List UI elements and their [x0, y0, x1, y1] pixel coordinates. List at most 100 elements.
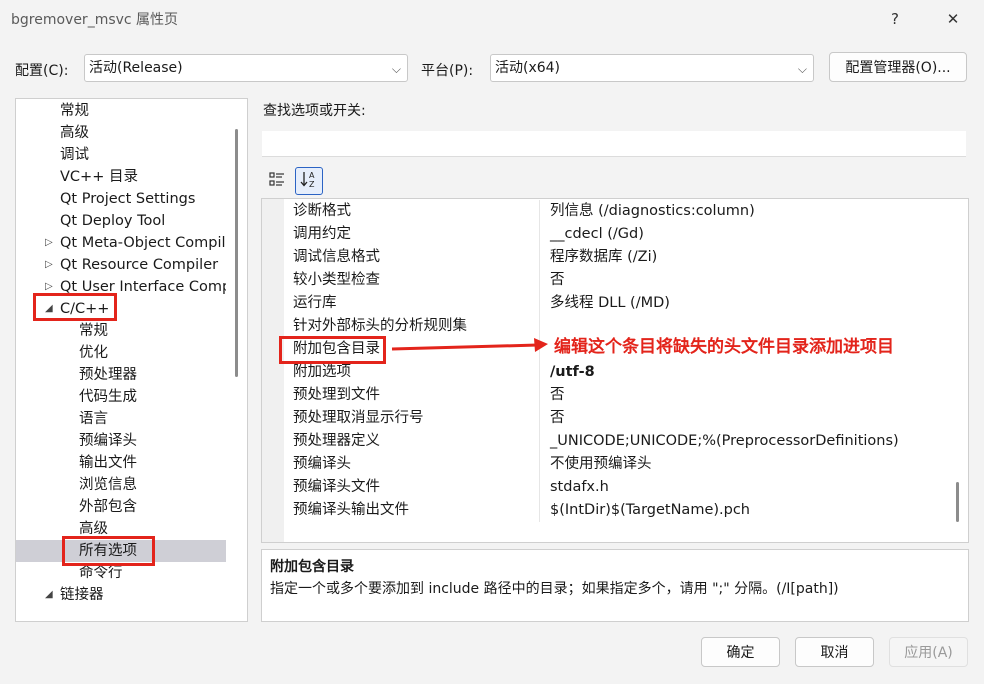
property-row[interactable]: 预处理取消显示行号 否	[284, 407, 948, 430]
collapsed-arrow-icon[interactable]: ▷	[45, 254, 53, 276]
property-name: 预编译头输出文件	[293, 502, 409, 518]
highlight-include-dirs	[279, 336, 386, 364]
property-name: 附加选项	[293, 364, 351, 380]
property-value[interactable]: 程序数据库 (/Zi)	[550, 246, 657, 269]
property-value[interactable]: stdafx.h	[550, 476, 609, 499]
property-name: 预编译头文件	[293, 479, 380, 495]
tree-item[interactable]: Qt Deploy Tool	[16, 210, 226, 232]
property-value[interactable]: 不使用预编译头	[550, 453, 652, 476]
tree-item[interactable]: 预处理器	[16, 364, 226, 386]
tree-item-label: Qt Deploy Tool	[60, 213, 166, 229]
tree-item[interactable]: Qt Project Settings	[16, 188, 226, 210]
tree-item[interactable]: 输出文件	[16, 452, 226, 474]
help-icon: ?	[891, 10, 899, 28]
tree-item[interactable]: ◢ 链接器	[16, 584, 226, 606]
cancel-button[interactable]: 取消	[795, 637, 874, 667]
tree-item-label: 输出文件	[79, 455, 137, 471]
tree-item-label: VC++ 目录	[60, 169, 138, 185]
property-row[interactable]: 预编译头输出文件 $(IntDir)$(TargetName).pch	[284, 499, 948, 522]
sort-az-icon: A Z	[299, 169, 319, 193]
property-value[interactable]: 否	[550, 384, 565, 407]
column-separator	[539, 499, 540, 522]
tree-item[interactable]: ▷ Qt Meta-Object Compiler	[16, 232, 226, 254]
column-separator	[539, 315, 540, 338]
platform-value: 活动(x64)	[495, 60, 561, 76]
search-input[interactable]	[262, 131, 966, 157]
column-separator	[539, 269, 540, 292]
property-row[interactable]: 附加选项/utf-8	[284, 361, 948, 384]
property-row[interactable]: 预编译头 不使用预编译头	[284, 453, 948, 476]
apply-button[interactable]: 应用(A)	[889, 637, 968, 667]
close-button[interactable]: ✕	[930, 0, 976, 38]
tree-item[interactable]: 常规	[16, 320, 226, 342]
property-row[interactable]: 较小类型检查 否	[284, 269, 948, 292]
annotation-arrow	[391, 338, 548, 352]
property-name: 预处理到文件	[293, 387, 380, 403]
highlight-cpp-node	[33, 293, 117, 321]
property-row[interactable]: 预处理到文件 否	[284, 384, 948, 407]
tree-scrollbar[interactable]	[235, 129, 238, 377]
description-panel: 附加包含目录 指定一个或多个要添加到 include 路径中的目录；如果指定多个…	[261, 549, 969, 622]
property-value[interactable]: 否	[550, 407, 565, 430]
window-title: bgremover_msvc 属性页	[11, 12, 179, 28]
tree-item[interactable]: 常规	[16, 100, 226, 122]
tree-item[interactable]: ▷ Qt Resource Compiler	[16, 254, 226, 276]
tree-item[interactable]: VC++ 目录	[16, 166, 226, 188]
column-separator	[539, 476, 540, 499]
property-row[interactable]: 预处理器定义 _UNICODE;UNICODE;%(PreprocessorDef…	[284, 430, 948, 453]
property-value[interactable]: 多线程 DLL (/MD)	[550, 292, 670, 315]
property-value[interactable]: _UNICODE;UNICODE;%(PreprocessorDefinitio…	[550, 430, 899, 453]
column-separator	[539, 246, 540, 269]
property-name: 调用约定	[293, 226, 351, 242]
tree-item-label: 代码生成	[79, 389, 137, 405]
property-row[interactable]: 运行库 多线程 DLL (/MD)	[284, 292, 948, 315]
alphabetical-view-button[interactable]: A Z	[295, 167, 323, 195]
close-icon: ✕	[946, 10, 960, 28]
property-name: 针对外部标头的分析规则集	[293, 318, 467, 334]
grid-scrollbar[interactable]	[956, 482, 959, 522]
property-name: 预编译头	[293, 456, 351, 472]
property-value[interactable]: /utf-8	[550, 361, 595, 384]
tree-item[interactable]: 调试	[16, 144, 226, 166]
property-name: 运行库	[293, 295, 337, 311]
collapsed-arrow-icon[interactable]: ▷	[45, 232, 53, 254]
column-separator	[539, 200, 540, 223]
annotation-text: 编辑这个条目将缺失的头文件目录添加进项目	[554, 337, 894, 357]
platform-select[interactable]: 活动(x64) ⌵	[490, 54, 814, 82]
tree-item[interactable]: 代码生成	[16, 386, 226, 408]
expanded-arrow-icon[interactable]: ◢	[45, 584, 53, 606]
tree-item[interactable]: 外部包含	[16, 496, 226, 518]
categorized-view-button[interactable]	[263, 167, 291, 195]
tree-item-label: 预处理器	[79, 367, 137, 383]
tree-item[interactable]: 语言	[16, 408, 226, 430]
configuration-manager-button[interactable]: 配置管理器(O)...	[829, 52, 967, 82]
tree-item[interactable]: 浏览信息	[16, 474, 226, 496]
tree-item-label: 调试	[60, 147, 89, 163]
property-row[interactable]: 调试信息格式 程序数据库 (/Zi)	[284, 246, 948, 269]
property-value[interactable]: 否	[550, 269, 565, 292]
tree-item[interactable]: 高级	[16, 122, 226, 144]
tree-item-label: Qt Resource Compiler	[60, 257, 219, 273]
property-row[interactable]: 预编译头文件 stdafx.h	[284, 476, 948, 499]
property-value[interactable]: $(IntDir)$(TargetName).pch	[550, 499, 750, 522]
tree-item-label: 优化	[79, 345, 108, 361]
property-row[interactable]: 调用约定 __cdecl (/Gd)	[284, 223, 948, 246]
column-separator	[539, 292, 540, 315]
property-value[interactable]: __cdecl (/Gd)	[550, 223, 644, 246]
property-value[interactable]: 列信息 (/diagnostics:column)	[550, 200, 755, 223]
categorized-icon	[268, 170, 286, 192]
property-row[interactable]: 诊断格式 列信息 (/diagnostics:column)	[284, 200, 948, 223]
title-bar: bgremover_msvc 属性页 ? ✕	[0, 0, 984, 38]
column-separator	[539, 407, 540, 430]
ok-button[interactable]: 确定	[701, 637, 780, 667]
configuration-select[interactable]: 活动(Release) ⌵	[84, 54, 408, 82]
help-button[interactable]: ?	[872, 0, 918, 38]
highlight-all-options	[62, 536, 155, 566]
tree-item-label: 高级	[60, 125, 89, 141]
tree-item-label: 常规	[60, 103, 89, 119]
chevron-down-icon: ⌵	[391, 62, 401, 76]
tree-item[interactable]: 预编译头	[16, 430, 226, 452]
tree-item-label: 外部包含	[79, 499, 137, 515]
tree-item[interactable]: 优化	[16, 342, 226, 364]
property-grid[interactable]: 诊断格式 列信息 (/diagnostics:column) 调用约定 __cdecl…	[261, 198, 969, 543]
